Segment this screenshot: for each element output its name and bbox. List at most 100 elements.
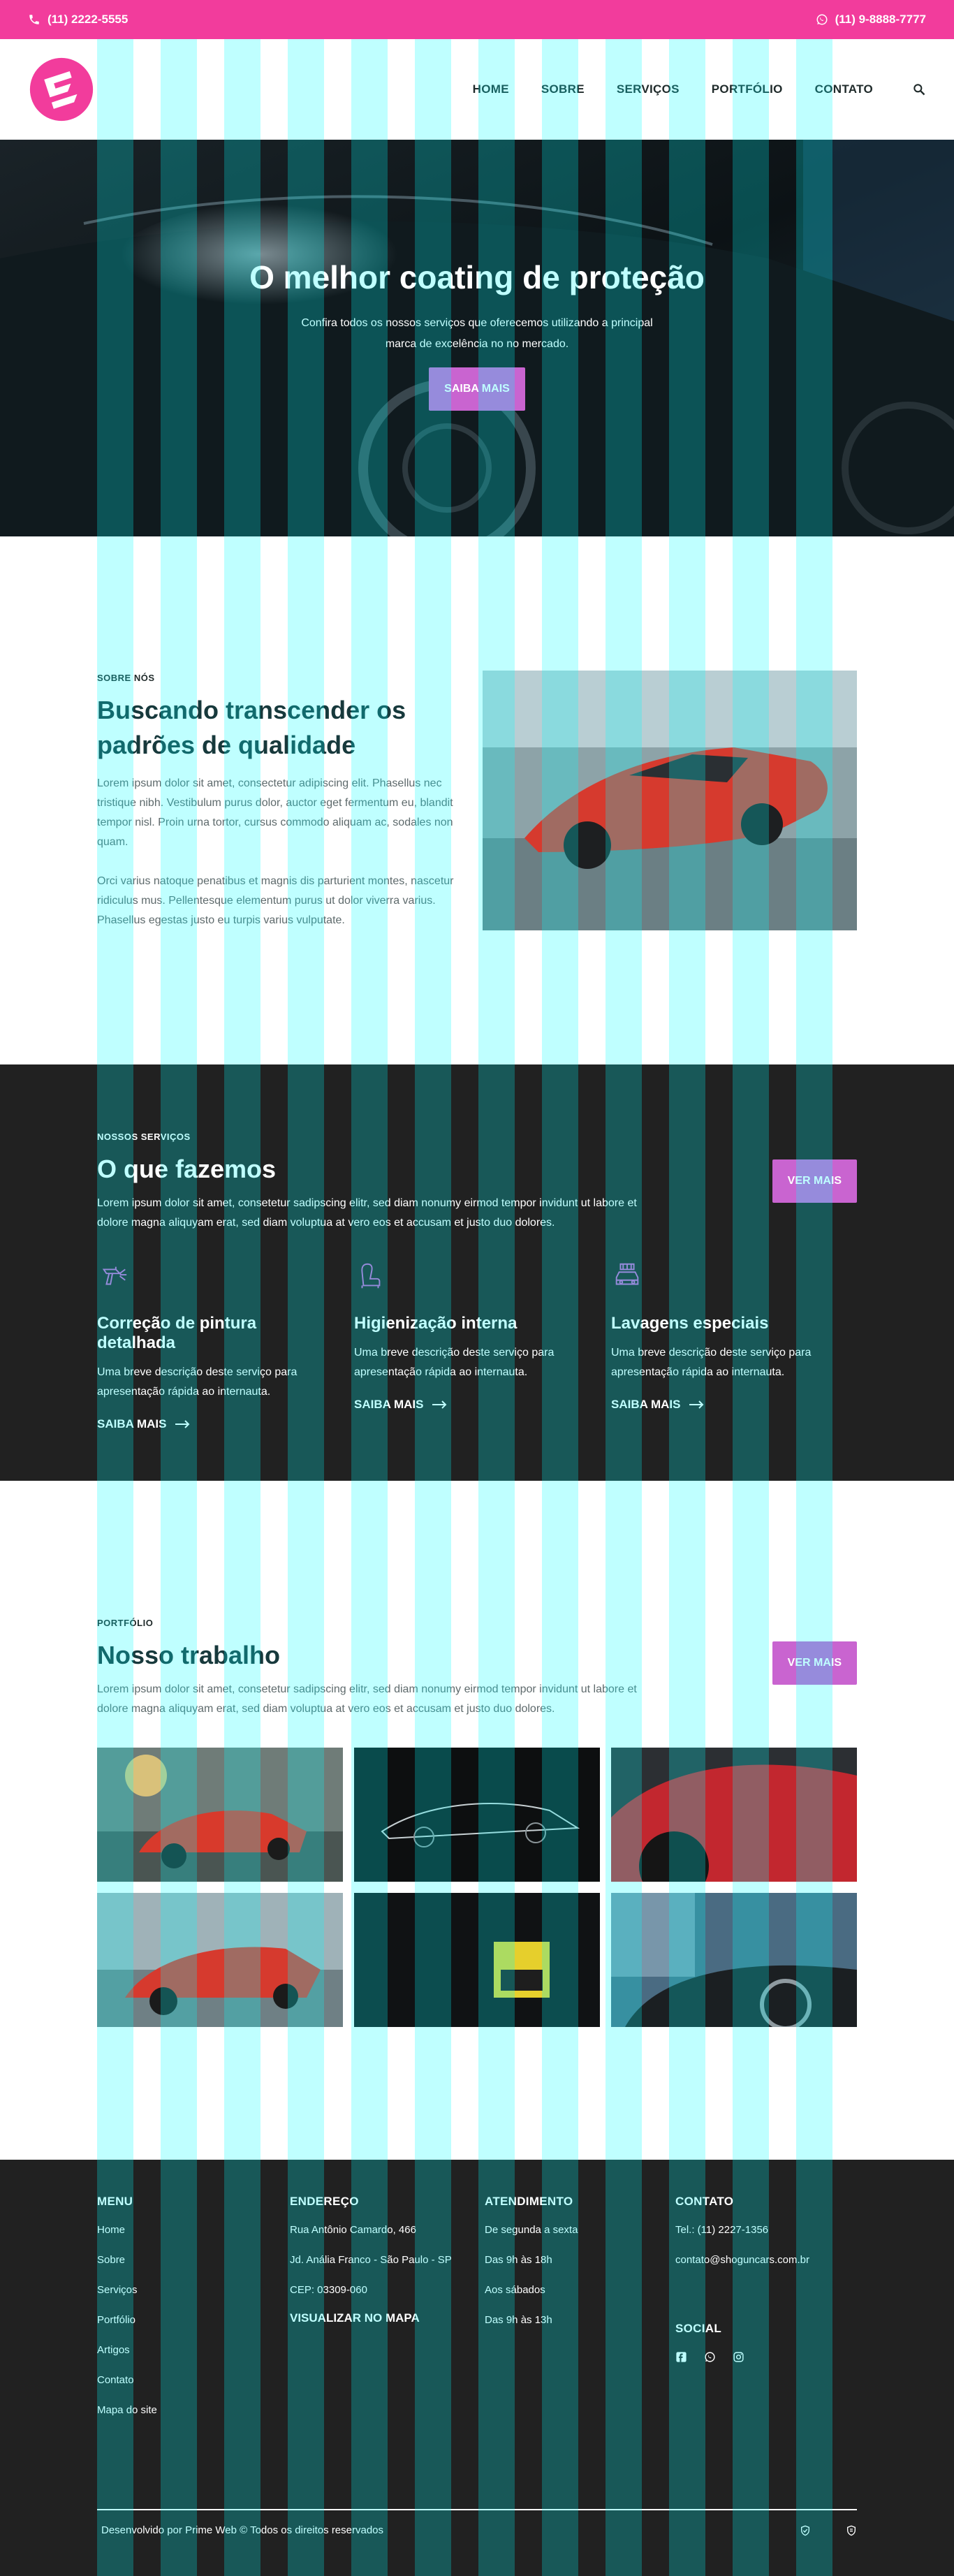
top-bar: (11) 2222-5555 (11) 9-8888-7777 [0, 0, 954, 39]
footer-contact-title: CONTATO [675, 2195, 734, 2208]
hero-subtitle: Confira todos os nossos serviços que ofe… [301, 317, 653, 350]
car-wash-icon [615, 1263, 639, 1285]
footer-menu-title: MENU [97, 2195, 133, 2208]
footer-link-contato[interactable]: Contato [97, 2374, 157, 2386]
footer-menu: MENU Home Sobre Serviços Portfólio Artig… [97, 2195, 157, 2416]
service-more-label: SAIBA MAIS [611, 1398, 681, 1411]
search-icon[interactable] [912, 82, 926, 96]
address-line: Rua Antônio Camardo, 466 [290, 2224, 416, 2236]
service-item: Lavagens especiais Uma breve descrição d… [611, 1260, 835, 1412]
view-map-link[interactable]: VISUALIZAR NO MAPA [290, 2311, 452, 2325]
hero-section: O melhor coating de proteção Confira tod… [0, 140, 954, 536]
footer-contact: CONTATO Tel.: (11) 2227-1356 contato@sho… [675, 2195, 809, 2363]
service-more-label: SAIBA MAIS [354, 1398, 424, 1411]
contact-phone[interactable]: Tel.: (11) 2227-1356 [675, 2224, 809, 2236]
arrow-right-icon [432, 1400, 446, 1409]
footer-link-mapa[interactable]: Mapa do site [97, 2404, 157, 2416]
whatsapp-contact[interactable]: (11) 9-8888-7777 [816, 13, 926, 27]
spray-gun-icon [102, 1266, 127, 1285]
whatsapp-text: (11) 9-8888-7777 [835, 13, 926, 26]
footer-link-servicos[interactable]: Serviços [97, 2284, 157, 2296]
nav-portfolio[interactable]: PORTFÓLIO [712, 82, 783, 96]
main-nav: HOME SOBRE SERVIÇOS PORTFÓLIO CONTATO [473, 82, 926, 96]
portfolio-image[interactable] [97, 1893, 343, 2027]
footer-credits: Desenvolvido por Prime Web © Todos os di… [101, 2524, 384, 2536]
instagram-icon[interactable] [733, 2351, 744, 2363]
service-saiba-mais-link[interactable]: SAIBA MAIS [611, 1398, 835, 1412]
portfolio-image[interactable] [97, 1748, 343, 1882]
footer-hours: ATENDIMENTO De segunda a sexta Das 9h às… [485, 2195, 578, 2326]
nav-home[interactable]: HOME [473, 82, 509, 96]
footer-social-title: SOCIAL [675, 2322, 722, 2335]
nav-sobre[interactable]: SOBRE [541, 82, 585, 96]
nav-contato[interactable]: CONTATO [815, 82, 873, 96]
footer-link-portfolio[interactable]: Portfólio [97, 2314, 157, 2326]
facebook-icon[interactable] [675, 2351, 687, 2363]
services-title: O que fazemos [97, 1155, 277, 1183]
site-header: HOME SOBRE SERVIÇOS PORTFÓLIO CONTATO [0, 39, 954, 140]
portfolio-description: Lorem ipsum dolor sit amet, consetetur s… [97, 1683, 637, 1715]
portfolio-ver-mais-button[interactable]: VER MAIS [772, 1641, 857, 1685]
footer-link-home[interactable]: Home [97, 2224, 157, 2236]
services-ver-mais-button[interactable]: VER MAIS [772, 1159, 857, 1203]
contact-email[interactable]: contato@shoguncars.com.br [675, 2254, 809, 2266]
service-saiba-mais-link[interactable]: SAIBA MAIS [354, 1398, 578, 1412]
hours-line: De segunda a sexta [485, 2224, 578, 2236]
service-title: Lavagens especiais [611, 1314, 769, 1333]
services-description: Lorem ipsum dolor sit amet, consetetur s… [97, 1197, 637, 1229]
arrow-right-icon [175, 1420, 189, 1428]
about-eyebrow: SOBRE NÓS [97, 673, 155, 683]
security-shield-icon [801, 2525, 809, 2535]
service-text: Uma breve descrição deste serviço para a… [97, 1366, 298, 1398]
address-line: Jd. Anália Franco - São Paulo - SP [290, 2254, 452, 2266]
hero-title: O melhor coating de proteção [249, 259, 705, 295]
hero-saiba-mais-button[interactable]: SAIBA MAIS [429, 367, 525, 411]
verified-shield-icon [847, 2525, 856, 2535]
service-title: Correção de pintura detalhada [97, 1314, 257, 1352]
about-car-image [483, 671, 857, 930]
hours-line: Aos sábados [485, 2284, 545, 2296]
footer-badges [800, 2525, 857, 2536]
portfolio-grid [97, 1748, 857, 2027]
phone-contact[interactable]: (11) 2222-5555 [28, 13, 128, 27]
about-paragraph-1: Lorem ipsum dolor sit amet, consectetur … [97, 777, 453, 848]
footer-link-artigos[interactable]: Artigos [97, 2344, 157, 2356]
car-seat-icon [361, 1263, 381, 1289]
services-header: NOSSOS SERVIÇOS O que fazemos Lorem ipsu… [97, 1132, 857, 1233]
phone-icon [29, 15, 39, 24]
phone-text: (11) 2222-5555 [47, 13, 129, 26]
whatsapp-icon [816, 14, 828, 25]
portfolio-image[interactable] [611, 1893, 857, 2027]
footer-bottom-bar: Desenvolvido por Prime Web © Todos os di… [97, 2509, 857, 2536]
service-text: Uma breve descrição deste serviço para a… [354, 1347, 555, 1378]
footer-address: ENDEREÇO Rua Antônio Camardo, 466 Jd. An… [290, 2195, 452, 2325]
address-line: CEP: 03309-060 [290, 2284, 367, 2296]
about-paragraph-2: Orci varius natoque penatibus et magnis … [97, 875, 454, 926]
services-section: NOSSOS SERVIÇOS O que fazemos Lorem ipsu… [0, 1064, 954, 1481]
hours-line: Das 9h às 13h [485, 2314, 552, 2326]
services-eyebrow: NOSSOS SERVIÇOS [97, 1132, 191, 1142]
nav-servicos[interactable]: SERVIÇOS [617, 82, 680, 96]
arrow-right-icon [689, 1400, 703, 1409]
service-item: Higienização interna Uma breve descrição… [354, 1260, 578, 1412]
brand-logo[interactable] [28, 56, 95, 123]
portfolio-image[interactable] [611, 1748, 857, 1882]
whatsapp-icon[interactable] [704, 2351, 716, 2363]
hero-content: O melhor coating de proteção Confira tod… [0, 258, 954, 411]
site-footer: MENU Home Sobre Serviços Portfólio Artig… [0, 2160, 954, 2576]
portfolio-eyebrow: PORTFÓLIO [97, 1618, 154, 1628]
footer-link-sobre[interactable]: Sobre [97, 2254, 157, 2266]
about-section: SOBRE NÓS Buscando transcender os padrõe… [0, 536, 954, 1064]
portfolio-title: Nosso trabalho [97, 1641, 281, 1669]
footer-hours-title: ATENDIMENTO [485, 2195, 573, 2208]
about-title: Buscando transcender os padrões de quali… [97, 696, 406, 759]
service-more-label: SAIBA MAIS [97, 1417, 167, 1430]
service-item: Correção de pintura detalhada Uma breve … [97, 1260, 321, 1431]
service-title: Higienização interna [354, 1314, 518, 1333]
portfolio-image[interactable] [354, 1748, 600, 1882]
social-links [675, 2351, 809, 2363]
portfolio-image[interactable] [354, 1893, 600, 2027]
service-saiba-mais-link[interactable]: SAIBA MAIS [97, 1417, 321, 1431]
portfolio-header: PORTFÓLIO Nosso trabalho Lorem ipsum dol… [97, 1618, 857, 1719]
hours-line: Das 9h às 18h [485, 2254, 552, 2266]
